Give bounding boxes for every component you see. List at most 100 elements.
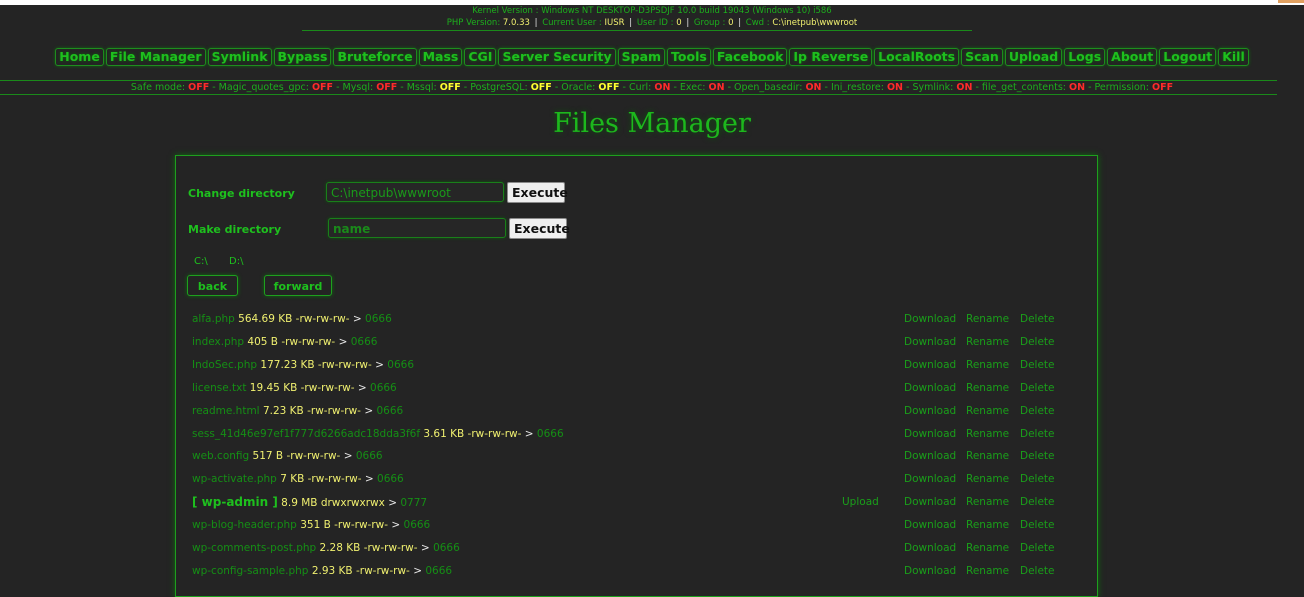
delete-link[interactable]: Delete (1020, 402, 1055, 420)
rename-link[interactable]: Rename (966, 493, 1009, 511)
file-octal-permission[interactable]: 0666 (425, 565, 452, 577)
delete-link[interactable]: Delete (1020, 333, 1055, 351)
nav-home-button[interactable]: Home (55, 48, 104, 66)
file-octal-permission[interactable]: 0666 (387, 359, 414, 371)
nav-tools-button[interactable]: Tools (667, 48, 711, 66)
download-link[interactable]: Download (904, 562, 956, 580)
status-divider-top (0, 80, 1277, 81)
nav-facebook-button[interactable]: Facebook (712, 48, 788, 66)
download-link[interactable]: Download (904, 539, 956, 557)
php-label: PHP Version: (446, 18, 501, 28)
file-row: [ wp-admin ] 8.9 MB drwxrwxrwx > 0777 Upl… (192, 493, 1072, 511)
file-octal-permission[interactable]: 0666 (377, 473, 404, 485)
file-octal-permission[interactable]: 0666 (351, 336, 378, 348)
permission-arrow: > (391, 519, 401, 532)
file-octal-permission[interactable]: 0666 (537, 428, 564, 440)
rename-link[interactable]: Rename (966, 379, 1009, 397)
file-octal-permission[interactable]: 0666 (404, 519, 431, 531)
delete-link[interactable]: Delete (1020, 562, 1055, 580)
nav-cgi-button[interactable]: CGI (464, 48, 497, 66)
delete-link[interactable]: Delete (1020, 425, 1055, 443)
download-link[interactable]: Download (904, 470, 956, 488)
file-link[interactable]: readme.html (192, 405, 260, 417)
nav-bypass-button[interactable]: Bypass (273, 48, 332, 66)
download-link[interactable]: Download (904, 425, 956, 443)
download-link[interactable]: Download (904, 310, 956, 328)
change-directory-execute-button[interactable]: Execute (507, 182, 568, 203)
file-permissions: -rw-rw-rw- (317, 358, 372, 371)
folder-link[interactable]: [ wp-admin ] (192, 495, 278, 509)
file-octal-permission[interactable]: 0666 (356, 450, 383, 462)
file-octal-permission[interactable]: 0777 (400, 497, 427, 509)
download-link[interactable]: Download (904, 493, 956, 511)
nav-ip-reverse-button[interactable]: Ip Reverse (789, 48, 873, 66)
upload-link[interactable]: Upload (842, 493, 879, 511)
forward-button[interactable]: forward (264, 275, 332, 296)
drive-d-link[interactable]: D:\ (229, 256, 243, 267)
nav-scan-button[interactable]: Scan (961, 48, 1003, 66)
file-octal-permission[interactable]: 0666 (376, 405, 403, 417)
nav-localroots-button[interactable]: LocalRoots (874, 48, 960, 66)
nav-server-security-button[interactable]: Server Security (498, 48, 616, 66)
nav-file-manager-button[interactable]: File Manager (105, 48, 206, 66)
delete-link[interactable]: Delete (1020, 447, 1055, 465)
delete-link[interactable]: Delete (1020, 470, 1055, 488)
rename-link[interactable]: Rename (966, 516, 1009, 534)
download-link[interactable]: Download (904, 333, 956, 351)
delete-link[interactable]: Delete (1020, 493, 1055, 511)
file-octal-permission[interactable]: 0666 (433, 542, 460, 554)
file-link[interactable]: wp-activate.php (192, 473, 277, 485)
status-label: Symlink: (912, 82, 954, 93)
nav-bruteforce-button[interactable]: Bruteforce (333, 48, 417, 66)
file-octal-permission[interactable]: 0666 (365, 313, 392, 325)
status-label: PostgreSQL: (470, 82, 528, 93)
nav-kill-button[interactable]: Kill (1218, 48, 1249, 66)
file-link[interactable]: wp-config-sample.php (192, 565, 308, 577)
nav-logout-button[interactable]: Logout (1159, 48, 1217, 66)
file-link[interactable]: web.config (192, 450, 249, 462)
download-link[interactable]: Download (904, 356, 956, 374)
file-size: 177.23 KB (260, 358, 315, 371)
delete-link[interactable]: Delete (1020, 310, 1055, 328)
info-divider (302, 30, 972, 31)
download-link[interactable]: Download (904, 447, 956, 465)
file-row: wp-comments-post.php 2.28 KB -rw-rw-rw- … (192, 539, 1072, 557)
rename-link[interactable]: Rename (966, 333, 1009, 351)
make-directory-execute-button[interactable]: Execute (509, 218, 570, 239)
file-link[interactable]: alfa.php (192, 313, 235, 325)
file-link[interactable]: sess_41d46e97ef1f777d6266adc18dda3f6f (192, 428, 420, 440)
back-button[interactable]: back (187, 275, 238, 296)
drive-c-link[interactable]: C:\ (194, 256, 208, 267)
make-directory-input[interactable]: name (328, 218, 506, 238)
file-link[interactable]: index.php (192, 336, 244, 348)
rename-link[interactable]: Rename (966, 310, 1009, 328)
status-value: ON (1069, 82, 1086, 93)
nav-upload-button[interactable]: Upload (1004, 48, 1063, 66)
delete-link[interactable]: Delete (1020, 516, 1055, 534)
file-link[interactable]: license.txt (192, 382, 246, 394)
file-link[interactable]: IndoSec.php (192, 359, 257, 371)
nav-logs-button[interactable]: Logs (1064, 48, 1106, 66)
file-octal-permission[interactable]: 0666 (370, 382, 397, 394)
delete-link[interactable]: Delete (1020, 539, 1055, 557)
rename-link[interactable]: Rename (966, 470, 1009, 488)
nav-about-button[interactable]: About (1107, 48, 1158, 66)
status-label: Exec: (679, 82, 706, 93)
nav-spam-button[interactable]: Spam (617, 48, 666, 66)
rename-link[interactable]: Rename (966, 425, 1009, 443)
download-link[interactable]: Download (904, 516, 956, 534)
rename-link[interactable]: Rename (966, 539, 1009, 557)
rename-link[interactable]: Rename (966, 356, 1009, 374)
rename-link[interactable]: Rename (966, 447, 1009, 465)
rename-link[interactable]: Rename (966, 562, 1009, 580)
change-directory-input[interactable]: C:\inetpub\wwwroot (326, 182, 504, 202)
file-link[interactable]: wp-blog-header.php (192, 519, 297, 531)
delete-link[interactable]: Delete (1020, 356, 1055, 374)
delete-link[interactable]: Delete (1020, 379, 1055, 397)
rename-link[interactable]: Rename (966, 402, 1009, 420)
nav-mass-button[interactable]: Mass (418, 48, 463, 66)
download-link[interactable]: Download (904, 402, 956, 420)
download-link[interactable]: Download (904, 379, 956, 397)
nav-symlink-button[interactable]: Symlink (207, 48, 272, 66)
file-link[interactable]: wp-comments-post.php (192, 542, 316, 554)
